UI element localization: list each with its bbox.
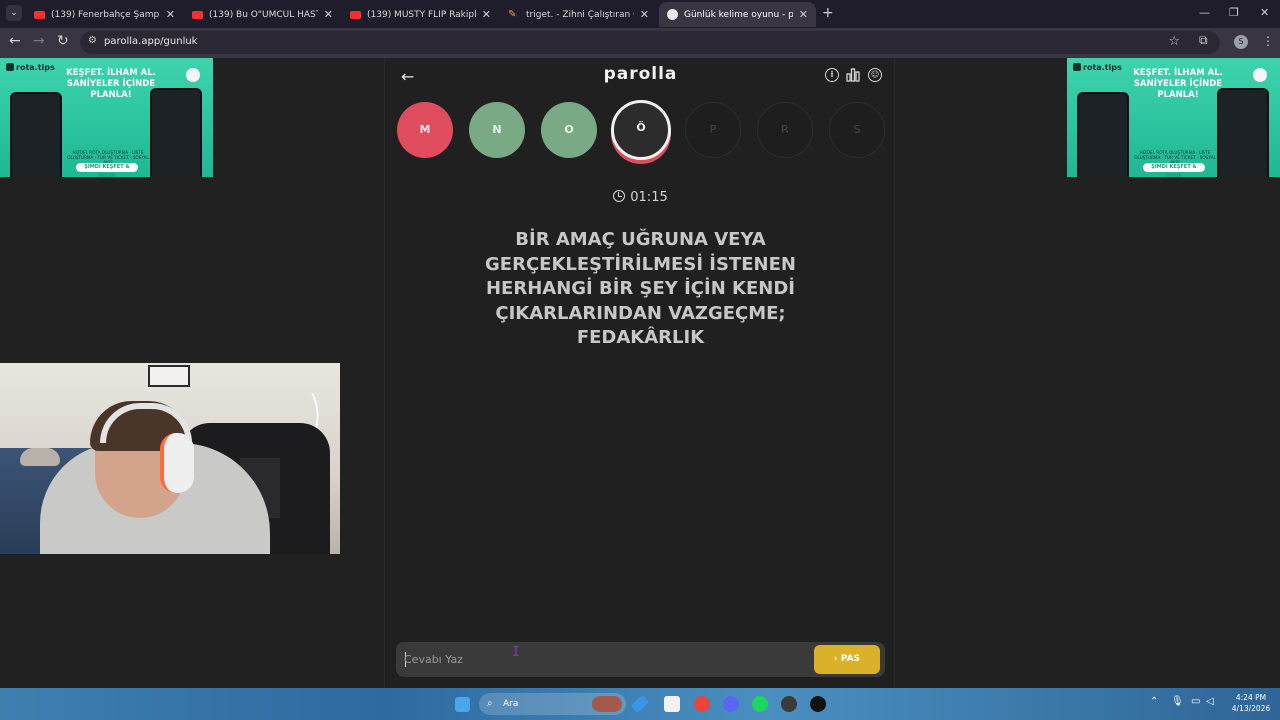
timer: 01:15 [385, 190, 896, 205]
tab-strip: ⌄ (139) Fenerbahçe Şampiyon Ol ✕ (139) B… [0, 0, 1280, 28]
taskbar-clock[interactable]: 4:24 PM 4/13/2026 [1228, 692, 1274, 714]
taskbar-search-label: Ara [503, 699, 519, 709]
network-icon[interactable]: ▭ [1191, 696, 1200, 707]
tab-4[interactable]: ✎ triget. - Zihni Çalıştıran Oyunlar ✕ [500, 2, 657, 27]
ad-cta-button[interactable]: ŞİMDİ KEŞFET & İNDİR [1143, 163, 1205, 177]
omnibox[interactable]: ⚙ parolla.app/gunluk ☆ [80, 31, 1220, 54]
taskbar: ⌕ Ara ⌃ 🎙 ▭ ◁ [0, 688, 1280, 720]
page-title: parolla [603, 64, 678, 84]
pen-app-icon[interactable] [630, 694, 650, 714]
ad-badge-icon [186, 68, 200, 82]
answer-input[interactable] [404, 642, 804, 677]
site-settings-icon[interactable]: ⚙ [88, 35, 100, 49]
answer-bar: › PAS [396, 642, 885, 677]
reload-icon[interactable]: ↻ [57, 33, 69, 49]
close-window-icon[interactable]: ✕ [1260, 6, 1269, 19]
discord-icon[interactable] [723, 696, 739, 712]
tab-2[interactable]: (139) Bu Ö"ÜMCÜL HASTALIKL ✕ [184, 2, 341, 27]
chevron-up-icon[interactable]: ⌃ [1150, 696, 1158, 707]
microphone-icon[interactable]: 🎙 [1171, 696, 1184, 707]
parolla-icon [667, 9, 678, 20]
steam-icon[interactable] [781, 696, 797, 712]
search-highlight-icon [592, 696, 622, 712]
triget-icon: ✎ [508, 8, 517, 20]
right-sidebar [1067, 177, 1280, 688]
letter-circle-o: O [541, 102, 597, 158]
stats-icon[interactable] [846, 68, 860, 82]
volume-icon[interactable]: ◁ [1206, 696, 1214, 707]
ad-banner-left[interactable]: rota.tips KEŞFET. İLHAM AL. SANİYELER İÇ… [0, 58, 213, 177]
forward-icon[interactable]: → [33, 33, 45, 49]
clock-date: 4/13/2026 [1231, 704, 1271, 713]
phone-mockup-icon [150, 88, 202, 177]
file-icon[interactable] [664, 696, 680, 712]
letter-circle-p: P [685, 102, 741, 158]
letter-circle-current: Ö [611, 100, 671, 160]
chrome-icon[interactable] [694, 696, 710, 712]
back-icon[interactable]: ← [9, 33, 21, 49]
youtube-icon [350, 10, 361, 19]
headphone-icon [160, 433, 194, 493]
minimize-icon[interactable]: — [1199, 6, 1210, 19]
tab-search-button[interactable]: ⌄ [6, 5, 22, 21]
ad-badge-icon [1253, 68, 1267, 82]
url-text[interactable]: parolla.app/gunluk [104, 36, 197, 47]
tab-5-active[interactable]: Günlük kelime oyunu - parolla ✕ [659, 2, 816, 27]
tab-1[interactable]: (139) Fenerbahçe Şampiyon Ol ✕ [26, 2, 183, 27]
close-icon[interactable]: ✕ [640, 8, 649, 21]
tab-title: triget. - Zihni Çalıştıran Oyunlar [526, 9, 634, 20]
close-icon[interactable]: ✕ [324, 8, 333, 21]
extensions-icon[interactable]: ⧉ [1199, 33, 1208, 48]
user-icon[interactable]: ☺ [868, 68, 882, 82]
close-icon[interactable]: ✕ [166, 8, 175, 21]
rota-logo-icon [6, 63, 14, 71]
phone-mockup-icon [10, 92, 62, 177]
rota-logo-icon [1073, 63, 1081, 71]
phone-mockup-icon [1077, 92, 1129, 177]
clock-icon [613, 190, 626, 202]
tab-title: (139) Fenerbahçe Şampiyon Ol [51, 9, 160, 20]
chevron-right-icon: › [833, 654, 841, 664]
youtube-icon [34, 10, 45, 19]
youtube-icon [192, 10, 203, 19]
info-icon[interactable]: i [825, 68, 839, 82]
text-cursor-icon: I [512, 645, 520, 660]
clock-time: 4:24 PM [1235, 693, 1267, 702]
ad-cta-button[interactable]: ŞİMDİ KEŞFET & İNDİR [76, 163, 138, 177]
taskbar-search[interactable]: ⌕ Ara [479, 693, 626, 715]
pass-button[interactable]: › PAS [814, 645, 880, 674]
game-panel: ← parolla i ☺ M N O Ö P R S 01:15 BİR AM… [384, 58, 895, 688]
new-tab-button[interactable]: + [822, 5, 834, 21]
close-icon[interactable]: ✕ [482, 8, 491, 21]
address-bar-row: ← → ↻ ⚙ parolla.app/gunluk ☆ [0, 28, 1280, 58]
logitech-icon[interactable] [810, 696, 826, 712]
letter-circle-r: R [757, 102, 813, 158]
restore-icon[interactable]: ❐ [1229, 6, 1239, 19]
letter-row: M N O Ö P R S [385, 100, 896, 162]
tab-title: (139) Bu Ö"ÜMCÜL HASTALIKL [209, 9, 318, 20]
webcam-overlay [0, 363, 340, 554]
letter-circle-m: M [397, 102, 453, 158]
letter-circle-n: N [469, 102, 525, 158]
question-text: BİR AMAÇ UĞRUNA VEYA GERÇEKLEŞTİRİLMESİ … [485, 229, 796, 348]
search-icon: ⌕ [487, 698, 493, 709]
menu-kebab-icon[interactable]: ⋮ [1262, 34, 1274, 48]
letter-circle-s: S [829, 102, 885, 158]
avatar[interactable]: S [1234, 35, 1248, 49]
cat [20, 448, 60, 466]
tab-title: (139) MUSTY FLIP Rakipleri ŞOK [367, 9, 476, 20]
ad-banner-right[interactable]: rota.tips KEŞFET. İLHAM AL. SANİYELER İÇ… [1067, 58, 1280, 177]
wall-frame [148, 365, 190, 387]
tab-title: Günlük kelime oyunu - parolla [684, 9, 793, 20]
tab-3[interactable]: (139) MUSTY FLIP Rakipleri ŞOK ✕ [342, 2, 499, 27]
bookmark-star-icon[interactable]: ☆ [1168, 34, 1180, 49]
timer-value: 01:15 [630, 190, 668, 205]
close-icon[interactable]: ✕ [799, 8, 808, 21]
phone-mockup-icon [1217, 88, 1269, 177]
spotify-icon[interactable] [752, 696, 768, 712]
windows-start-icon[interactable] [455, 697, 470, 712]
